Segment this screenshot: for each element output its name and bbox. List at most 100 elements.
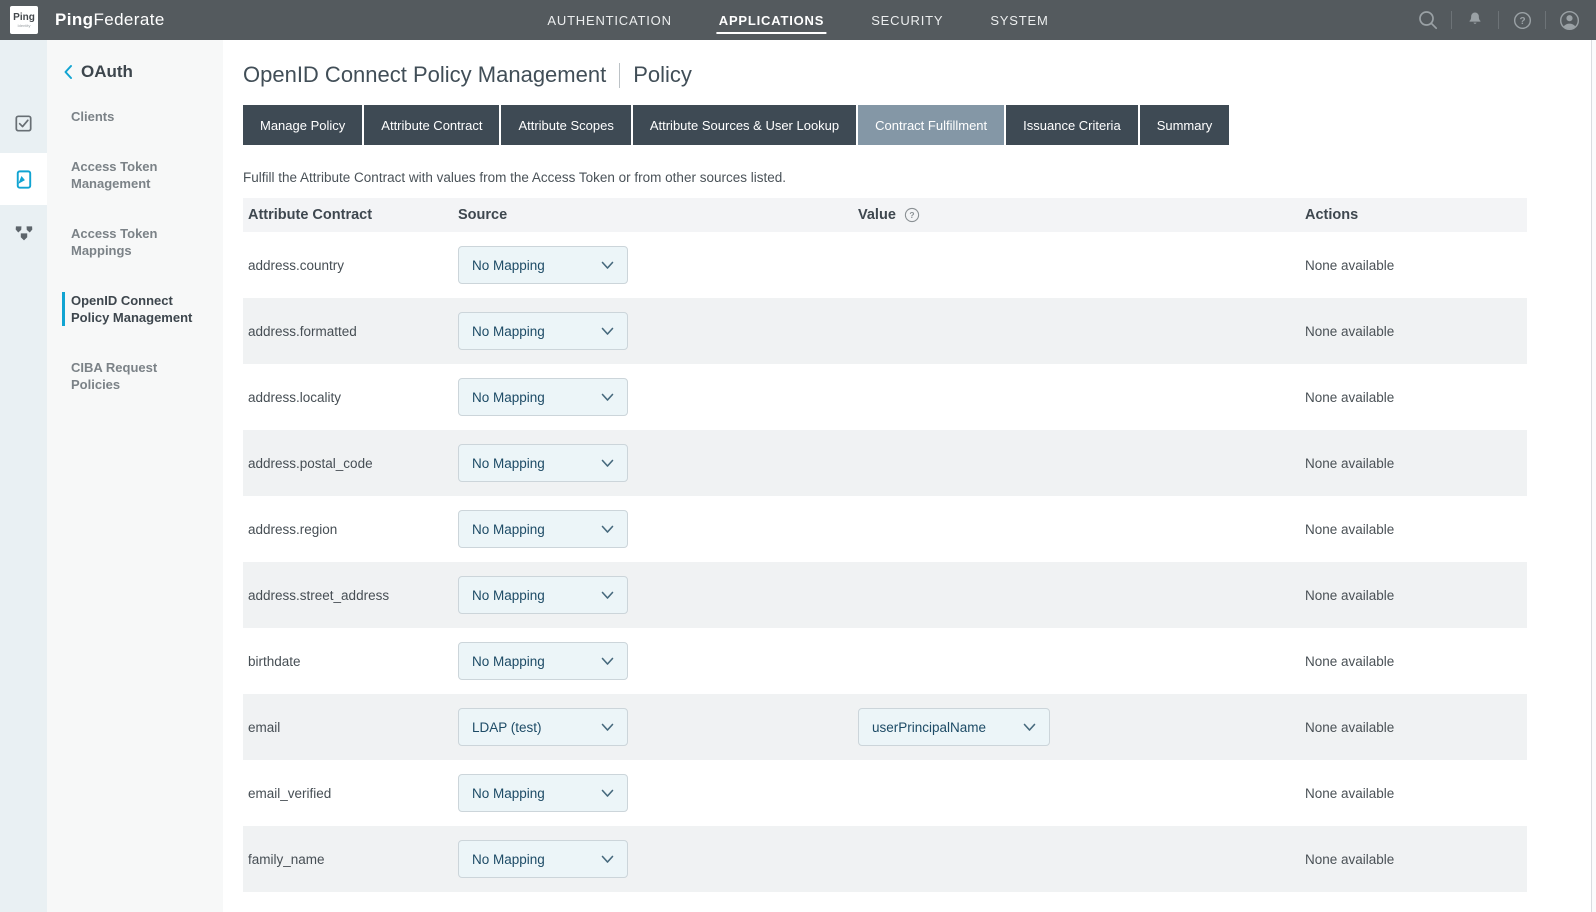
nav-item-system[interactable]: SYSTEM [990, 0, 1048, 40]
attribute-name: address.formatted [243, 324, 458, 339]
chevron-down-icon [601, 459, 614, 468]
tab-manage-policy[interactable]: Manage Policy [243, 105, 362, 145]
actions-text: None available [1305, 324, 1527, 339]
actions-text: None available [1305, 390, 1527, 405]
ping-logo[interactable]: Ping Identity [10, 6, 38, 34]
col-header-value-label: Value [858, 207, 896, 223]
source-dropdown[interactable]: No Mapping [458, 378, 628, 416]
fulfillment-table: Attribute Contract Source Value ? Action… [243, 198, 1527, 892]
attribute-name: address.street_address [243, 588, 458, 603]
source-dropdown-label: No Mapping [472, 456, 545, 471]
source-dropdown-label: No Mapping [472, 786, 545, 801]
svg-text:?: ? [909, 210, 914, 220]
source-dropdown[interactable]: No Mapping [458, 510, 628, 548]
tab-contract-fulfillment[interactable]: Contract Fulfillment [858, 105, 1004, 145]
app-title-bold: Ping [55, 10, 93, 29]
rail-clients-icon[interactable] [0, 97, 47, 149]
attribute-name: address.locality [243, 390, 458, 405]
attribute-name: address.region [243, 522, 458, 537]
source-dropdown-label: No Mapping [472, 852, 545, 867]
actions-text: None available [1305, 258, 1527, 273]
main-content: OpenID Connect Policy Management Policy … [223, 40, 1596, 912]
value-dropdown-label: userPrincipalName [872, 720, 986, 735]
actions-text: None available [1305, 786, 1527, 801]
tab-issuance-criteria[interactable]: Issuance Criteria [1006, 105, 1138, 145]
tab-summary[interactable]: Summary [1140, 105, 1230, 145]
source-dropdown[interactable]: No Mapping [458, 642, 628, 680]
page-title: OpenID Connect Policy Management Policy [243, 62, 1596, 88]
table-body: address.countryNo MappingNone availablea… [243, 232, 1527, 892]
source-dropdown[interactable]: No Mapping [458, 312, 628, 350]
top-icons: ? [1413, 0, 1584, 40]
source-cell: No Mapping [458, 312, 858, 350]
page-title-sub: Policy [633, 62, 692, 88]
app-title: PingFederate [55, 10, 165, 30]
attribute-name: family_name [243, 852, 458, 867]
source-dropdown[interactable]: No Mapping [458, 246, 628, 284]
sidebar-item-access-token-mappings[interactable]: Access Token Mappings [62, 225, 217, 259]
source-cell: No Mapping [458, 510, 858, 548]
source-dropdown[interactable]: No Mapping [458, 840, 628, 878]
col-header-value: Value ? [858, 207, 1305, 223]
user-avatar-icon[interactable] [1554, 0, 1584, 40]
help-icon[interactable]: ? [1507, 0, 1537, 40]
rail-access-token-icon[interactable] [0, 153, 47, 205]
chevron-down-icon [601, 393, 614, 402]
table-row: address.countryNo MappingNone available [243, 232, 1527, 298]
source-dropdown[interactable]: No Mapping [458, 576, 628, 614]
source-dropdown[interactable]: LDAP (test) [458, 708, 628, 746]
source-dropdown[interactable]: No Mapping [458, 774, 628, 812]
chevron-down-icon [601, 261, 614, 270]
table-row: birthdateNo MappingNone available [243, 628, 1527, 694]
actions-text: None available [1305, 522, 1527, 537]
source-dropdown-label: No Mapping [472, 324, 545, 339]
tab-bar: Manage PolicyAttribute ContractAttribute… [243, 105, 1596, 145]
chevron-left-icon [63, 64, 73, 80]
notifications-bell-icon[interactable] [1460, 0, 1490, 40]
actions-text: None available [1305, 852, 1527, 867]
nav-item-security[interactable]: SECURITY [871, 0, 943, 40]
chevron-down-icon [601, 723, 614, 732]
svg-text:?: ? [1519, 15, 1525, 26]
col-header-source: Source [458, 207, 858, 223]
title-separator [619, 63, 620, 88]
table-row: address.formatted No Mapping None availabl… [243, 298, 1527, 364]
value-help-icon[interactable]: ? [904, 207, 920, 223]
sidebar-item-openid-connect-policy-management[interactable]: OpenID Connect Policy Management [62, 292, 217, 326]
chevron-down-icon [601, 855, 614, 864]
nav-item-authentication[interactable]: AUTHENTICATION [547, 0, 671, 40]
sidebar-item-ciba-request-policies[interactable]: CIBA Request Policies [62, 359, 217, 393]
sidebar-items: Clients Access Token Management Access Tok… [47, 108, 223, 393]
tab-attribute-sources-user-lookup[interactable]: Attribute Sources & User Lookup [633, 105, 856, 145]
top-nav: AUTHENTICATION APPLICATIONS SECURITY SYSTEM [547, 0, 1048, 40]
chevron-down-icon [601, 525, 614, 534]
actions-text: None available [1305, 588, 1527, 603]
table-row: emailLDAP (test)userPrincipalNameNone av… [243, 694, 1527, 760]
source-dropdown[interactable]: No Mapping [458, 444, 628, 482]
search-icon[interactable] [1413, 0, 1443, 40]
tab-attribute-scopes[interactable]: Attribute Scopes [501, 105, 630, 145]
page-description: Fulfill the Attribute Contract with valu… [243, 170, 1596, 185]
sidebar-section-title: OAuth [81, 62, 133, 82]
source-dropdown-label: No Mapping [472, 258, 545, 273]
nav-item-applications[interactable]: APPLICATIONS [719, 0, 824, 40]
rail-mappings-paw-icon[interactable] [0, 206, 47, 258]
source-cell: No Mapping [458, 840, 858, 878]
tab-attribute-contract[interactable]: Attribute Contract [364, 105, 499, 145]
vertical-scrollbar[interactable] [1591, 40, 1596, 912]
col-header-attribute-contract: Attribute Contract [243, 207, 458, 223]
table-row: address.localityNo Mapping None available [243, 364, 1527, 430]
sidebar: OAuth Clients Access Token Management Acce… [47, 40, 223, 912]
value-dropdown[interactable]: userPrincipalName [858, 708, 1050, 746]
chevron-down-icon [601, 789, 614, 798]
table-row: address.regionNo Mapping None available [243, 496, 1527, 562]
sidebar-item-access-token-management[interactable]: Access Token Management [62, 158, 217, 192]
chevron-down-icon [1023, 723, 1036, 732]
sidebar-back-oauth[interactable]: OAuth [63, 62, 223, 82]
page-title-main: OpenID Connect Policy Management [243, 62, 606, 88]
value-cell: userPrincipalName [858, 708, 1305, 746]
source-cell: No Mapping [458, 642, 858, 680]
source-cell: No Mapping [458, 444, 858, 482]
table-row: address.postal_codeNo MappingNone availa… [243, 430, 1527, 496]
sidebar-item-clients[interactable]: Clients [62, 108, 217, 125]
